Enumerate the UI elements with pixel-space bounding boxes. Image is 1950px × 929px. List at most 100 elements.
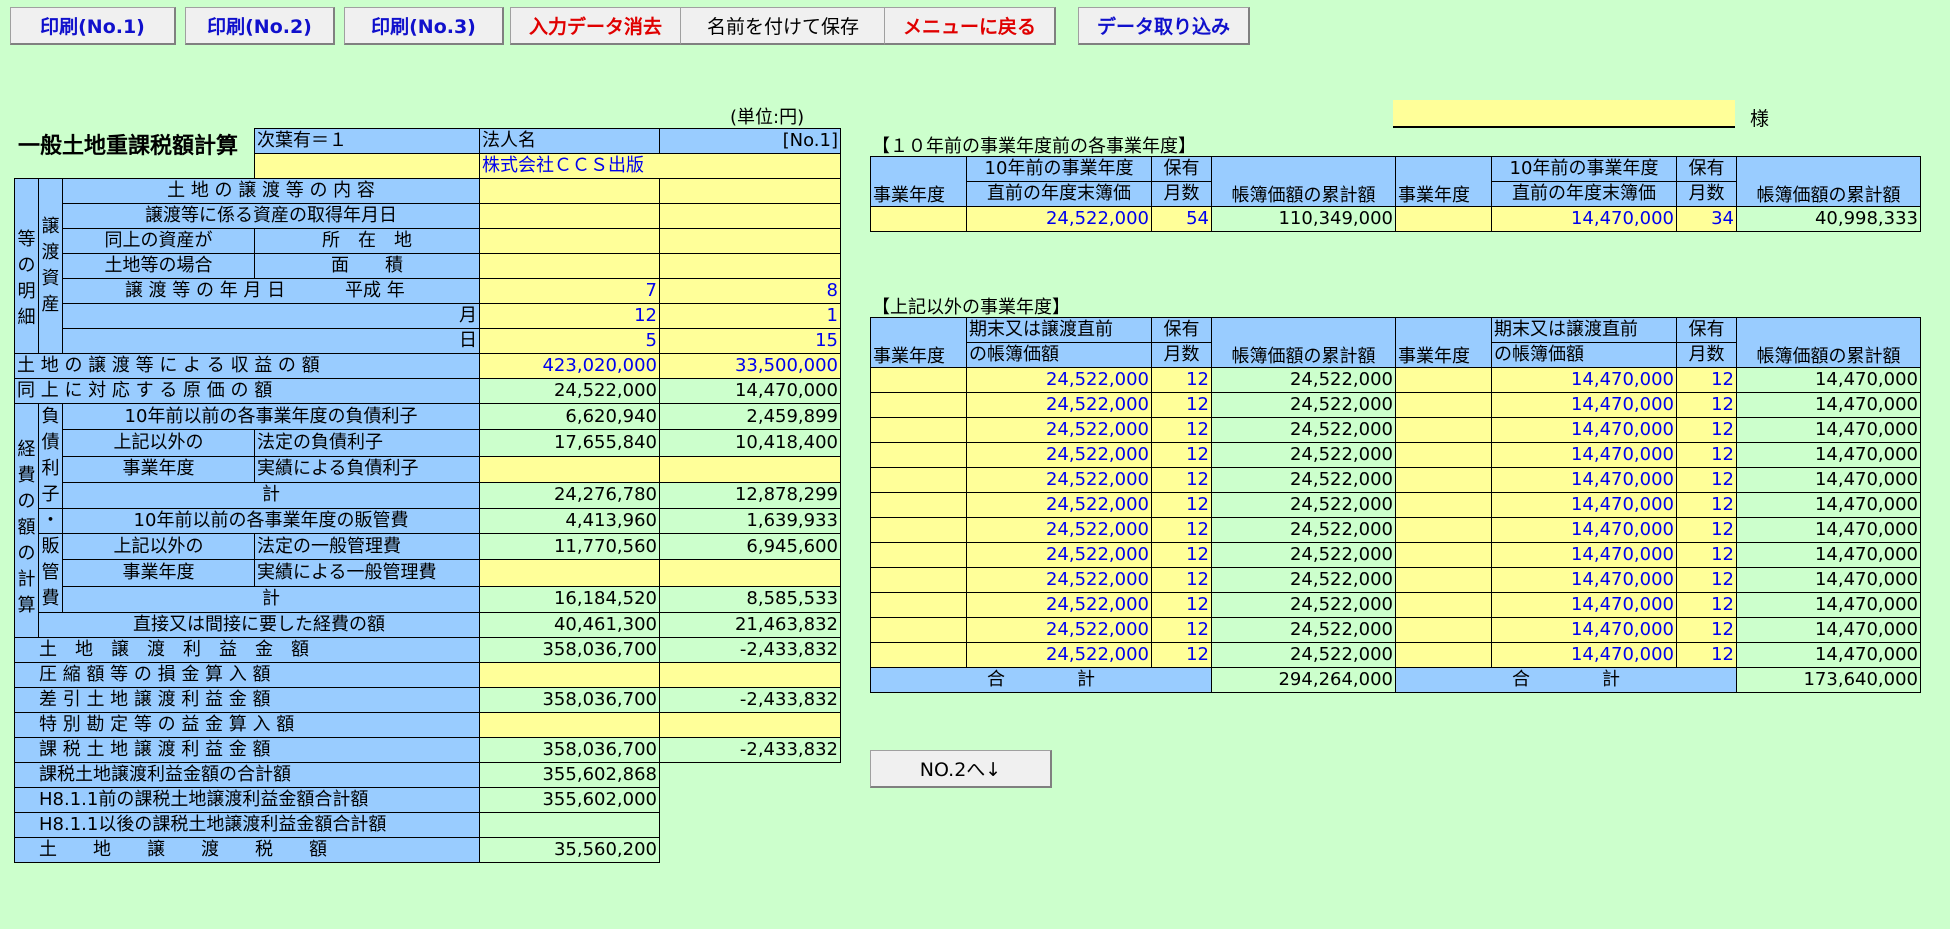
revenue-field-1[interactable]: 423,020,000 — [479, 353, 660, 379]
nendo-field[interactable] — [870, 467, 967, 493]
book-value-field-b[interactable]: 14,470,000 — [1491, 442, 1677, 468]
nendo-field[interactable] — [870, 592, 967, 618]
months-field[interactable]: 12 — [1151, 517, 1212, 543]
book-value-field-b[interactable]: 14,470,000 — [1491, 617, 1677, 643]
book-value-field[interactable]: 24,522,000 — [966, 417, 1152, 443]
book-value-field-b[interactable]: 14,470,000 — [1491, 567, 1677, 593]
months-field-b[interactable]: 12 — [1676, 367, 1737, 393]
months-field[interactable]: 12 — [1151, 492, 1212, 518]
book-value-field-b[interactable]: 14,470,000 — [1491, 392, 1677, 418]
book-value-field-b[interactable]: 14,470,000 — [1491, 517, 1677, 543]
nendo-field-b[interactable] — [1395, 442, 1492, 468]
nendo-field-b[interactable] — [1395, 492, 1492, 518]
book-value-field-b[interactable]: 14,470,000 — [1491, 642, 1677, 668]
corp-name-field[interactable]: 株式会社ＣＣＳ出版 — [479, 153, 841, 179]
book-value-field-b[interactable]: 14,470,000 — [1491, 367, 1677, 393]
book-value-field[interactable]: 24,522,000 — [966, 492, 1152, 518]
import-data-button[interactable]: データ取り込み — [1078, 7, 1250, 45]
book-value-field[interactable]: 24,522,000 — [966, 367, 1152, 393]
clear-input-button[interactable]: 入力データ消去 — [510, 7, 682, 45]
book-value-field[interactable]: 24,522,000 — [966, 392, 1152, 418]
print-no1-button[interactable]: 印刷(No.1) — [10, 7, 176, 45]
back-to-menu-button[interactable]: メニューに戻る — [884, 7, 1056, 45]
months-field-b[interactable]: 12 — [1676, 592, 1737, 618]
location-field-2[interactable] — [659, 228, 841, 254]
nendo-field-1[interactable] — [870, 206, 967, 232]
months-field[interactable]: 12 — [1151, 642, 1212, 668]
nendo-field-b[interactable] — [1395, 517, 1492, 543]
months-field[interactable]: 12 — [1151, 442, 1212, 468]
nendo-field[interactable] — [870, 542, 967, 568]
months-field-b[interactable]: 12 — [1676, 392, 1737, 418]
compression-field-1[interactable] — [479, 662, 660, 688]
area-field-1[interactable] — [479, 253, 660, 279]
book-value-field-b[interactable]: 14,470,000 — [1491, 467, 1677, 493]
book-value-field[interactable]: 24,522,000 — [966, 567, 1152, 593]
months-field-b[interactable]: 12 — [1676, 517, 1737, 543]
months-field-b[interactable]: 12 — [1676, 642, 1737, 668]
nendo-field[interactable] — [870, 442, 967, 468]
book-value-field[interactable]: 24,522,000 — [966, 617, 1152, 643]
nendo-field-2[interactable] — [1395, 206, 1492, 232]
months-field-b[interactable]: 12 — [1676, 442, 1737, 468]
nendo-field-b[interactable] — [1395, 467, 1492, 493]
print-no3-button[interactable]: 印刷(No.3) — [344, 7, 504, 45]
months-field-1[interactable]: 54 — [1151, 206, 1212, 232]
nendo-field-b[interactable] — [1395, 392, 1492, 418]
actual-admin-field-1[interactable] — [479, 559, 660, 587]
months-field[interactable]: 12 — [1151, 417, 1212, 443]
book-value-field[interactable]: 24,522,000 — [966, 517, 1152, 543]
nendo-field-b[interactable] — [1395, 592, 1492, 618]
book-value-field-b[interactable]: 14,470,000 — [1491, 542, 1677, 568]
nendo-field[interactable] — [870, 492, 967, 518]
go-to-no2-button[interactable]: NO.2へ↓ — [870, 750, 1052, 788]
nendo-field[interactable] — [870, 392, 967, 418]
months-field-b[interactable]: 12 — [1676, 492, 1737, 518]
book-value-field[interactable]: 24,522,000 — [966, 467, 1152, 493]
months-field-b[interactable]: 12 — [1676, 567, 1737, 593]
location-field-1[interactable] — [479, 228, 660, 254]
months-field-2[interactable]: 34 — [1676, 206, 1737, 232]
months-field[interactable]: 12 — [1151, 392, 1212, 418]
months-field-b[interactable]: 12 — [1676, 617, 1737, 643]
acquisition-date-field-2[interactable] — [659, 203, 841, 229]
book-value-field-b[interactable]: 14,470,000 — [1491, 592, 1677, 618]
book-value-field[interactable]: 24,522,000 — [966, 442, 1152, 468]
special-account-field-2[interactable] — [659, 712, 841, 738]
nendo-field[interactable] — [870, 367, 967, 393]
book-value-field-b[interactable]: 14,470,000 — [1491, 492, 1677, 518]
month-field-1[interactable]: 12 — [479, 303, 660, 329]
save-as-button[interactable]: 名前を付けて保存 — [680, 7, 887, 45]
next-sheet-flag-field[interactable] — [254, 153, 480, 179]
months-field[interactable]: 12 — [1151, 567, 1212, 593]
actual-admin-field-2[interactable] — [659, 559, 841, 587]
nendo-field[interactable] — [870, 617, 967, 643]
year-field-2[interactable]: 8 — [659, 278, 841, 304]
acquisition-date-field-1[interactable] — [479, 203, 660, 229]
year-field-1[interactable]: 7 — [479, 278, 660, 304]
nendo-field[interactable] — [870, 642, 967, 668]
book-value-field-b[interactable]: 14,470,000 — [1491, 417, 1677, 443]
months-field[interactable]: 12 — [1151, 467, 1212, 493]
content-field-2[interactable] — [659, 178, 841, 204]
months-field[interactable]: 12 — [1151, 542, 1212, 568]
months-field-b[interactable]: 12 — [1676, 542, 1737, 568]
revenue-field-2[interactable]: 33,500,000 — [659, 353, 841, 379]
content-field-1[interactable] — [479, 178, 660, 204]
nendo-field-b[interactable] — [1395, 642, 1492, 668]
nendo-field[interactable] — [870, 517, 967, 543]
nendo-field[interactable] — [870, 567, 967, 593]
nendo-field-b[interactable] — [1395, 367, 1492, 393]
compression-field-2[interactable] — [659, 662, 841, 688]
months-field[interactable]: 12 — [1151, 592, 1212, 618]
print-no2-button[interactable]: 印刷(No.2) — [185, 7, 335, 45]
book-value-field[interactable]: 24,522,000 — [966, 642, 1152, 668]
nendo-field-b[interactable] — [1395, 617, 1492, 643]
nendo-field[interactable] — [870, 417, 967, 443]
actual-interest-field-1[interactable] — [479, 455, 660, 483]
actual-interest-field-2[interactable] — [659, 455, 841, 483]
day-field-1[interactable]: 5 — [479, 328, 660, 354]
special-account-field-1[interactable] — [479, 712, 660, 738]
book-value-field[interactable]: 24,522,000 — [966, 542, 1152, 568]
month-field-2[interactable]: 1 — [659, 303, 841, 329]
